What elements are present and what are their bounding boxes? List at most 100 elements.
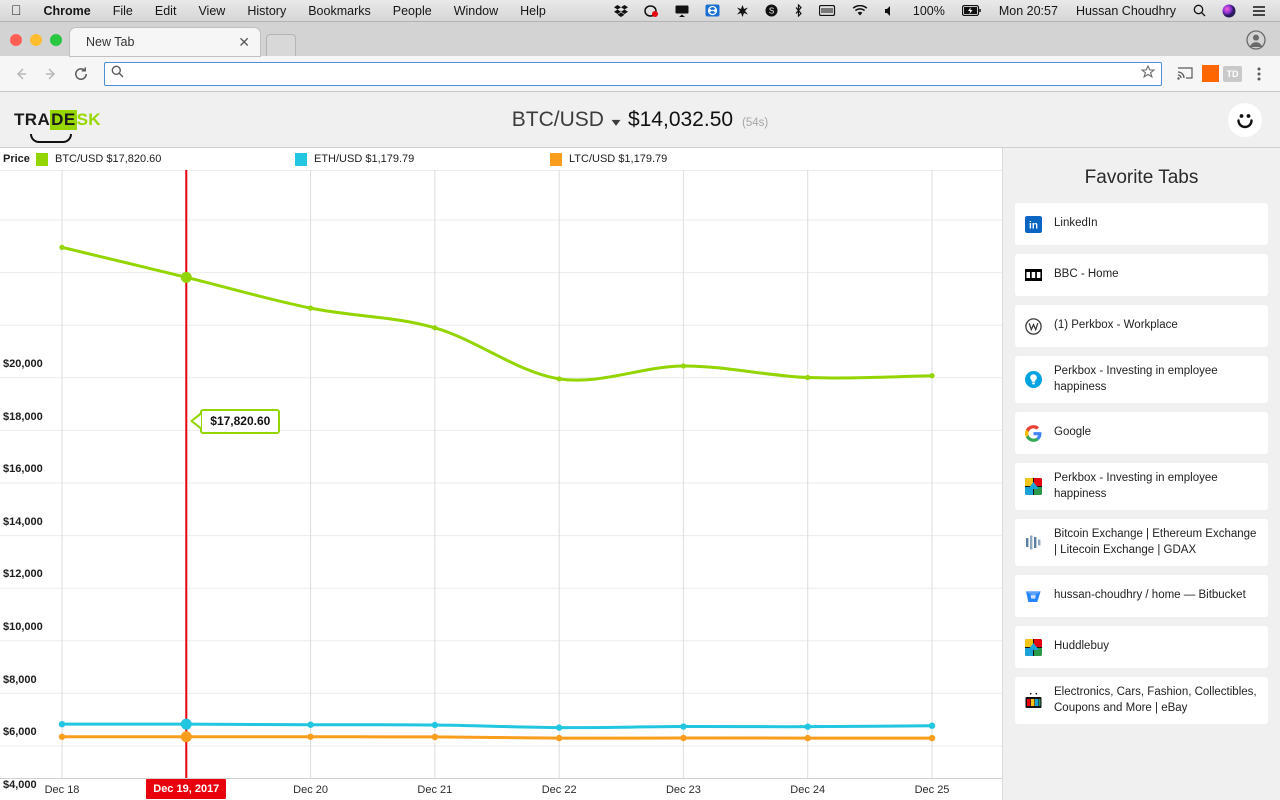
- favorite-tab-item[interactable]: Huddlebuy: [1015, 626, 1268, 669]
- favorite-tab-label: Electronics, Cars, Fashion, Collectibles…: [1054, 686, 1257, 714]
- favorite-tab-label: Huddlebuy: [1054, 640, 1109, 653]
- ticker-pair-label[interactable]: BTC/USD: [512, 108, 604, 132]
- legend-item-btc[interactable]: BTC/USD $17,820.60: [36, 152, 162, 166]
- skype-icon[interactable]: S: [757, 4, 786, 17]
- macos-menu-bar:  Chrome File Edit View History Bookmark…: [0, 0, 1280, 22]
- menu-history[interactable]: History: [236, 4, 297, 18]
- logo-part-2: DE: [50, 109, 77, 130]
- chart-plot-area[interactable]: [0, 170, 1002, 778]
- close-window-button[interactable]: [10, 34, 22, 46]
- menu-edit[interactable]: Edit: [144, 4, 188, 18]
- menu-people[interactable]: People: [382, 4, 443, 18]
- favorite-tab-label: Google: [1054, 426, 1092, 439]
- favorite-tab-item[interactable]: Electronics, Cars, Fashion, Collectibles…: [1015, 677, 1268, 725]
- new-tab-icon[interactable]: [266, 34, 296, 56]
- close-icon[interactable]: ✕: [232, 34, 250, 51]
- logo-part-3: SK: [76, 109, 101, 129]
- legend-swatch-btc: [36, 152, 48, 166]
- menu-bookmarks[interactable]: Bookmarks: [297, 4, 382, 18]
- favorite-tab-item[interactable]: BBC - Home: [1015, 254, 1268, 296]
- ticker-price-label: $14,032.50: [627, 107, 734, 131]
- legend-item-ltc[interactable]: LTC/USD $1,179.79: [550, 152, 668, 166]
- logo-part-1: TRA: [14, 109, 51, 129]
- legend-label-btc: BTC/USD $17,820.60: [55, 153, 162, 165]
- reload-icon[interactable]: [68, 61, 94, 87]
- dropbox-icon[interactable]: [606, 4, 636, 17]
- menu-file[interactable]: File: [102, 4, 144, 18]
- forward-arrow-icon[interactable]: [38, 61, 64, 87]
- menu-bar-status-items: S 100% Mon 20:57 Hussan Choudhry: [606, 4, 1274, 18]
- favorite-tab-item[interactable]: Google: [1015, 412, 1268, 455]
- favorite-tab-item[interactable]: Bitcoin Exchange | Ethereum Exchange | L…: [1015, 519, 1268, 567]
- spark-icon[interactable]: [728, 4, 757, 17]
- tab-title: New Tab: [86, 35, 135, 49]
- search-icon[interactable]: [1185, 4, 1214, 17]
- tradesk-logo[interactable]: TRA DE SK: [0, 109, 101, 143]
- x-axis-tick-label[interactable]: Dec 20: [293, 784, 328, 796]
- recording-icon[interactable]: [636, 4, 667, 17]
- ticker-age-label: (54s): [742, 116, 769, 129]
- legend-swatch-eth: [295, 152, 307, 166]
- legend-label-eth: ETH/USD $1,179.79: [314, 153, 415, 165]
- menu-help[interactable]: Help: [509, 4, 557, 18]
- y-axis-tick-label: $8,000: [3, 673, 37, 686]
- browser-tab-strip: New Tab ✕: [0, 22, 1280, 56]
- orange-extension-icon[interactable]: [1202, 65, 1219, 82]
- siri-icon[interactable]: [1214, 4, 1244, 18]
- svg-text:S: S: [769, 7, 774, 16]
- legend-label-ltc: LTC/USD $1,179.79: [569, 153, 668, 165]
- airplay-icon[interactable]: [667, 5, 697, 17]
- x-axis-tick-label[interactable]: Dec 22: [542, 784, 577, 796]
- google-icon: [1025, 424, 1042, 442]
- volume-icon[interactable]: [876, 5, 904, 17]
- favorite-tab-label: Perkbox - Investing in employee happines…: [1054, 365, 1218, 393]
- address-input[interactable]: [130, 66, 1135, 81]
- maximize-window-button[interactable]: [50, 34, 62, 46]
- star-icon[interactable]: [1140, 64, 1156, 82]
- search-icon: [111, 65, 124, 83]
- tradesk-extension-icon[interactable]: TD: [1223, 65, 1242, 82]
- notification-center-icon[interactable]: [1244, 5, 1274, 17]
- favorite-tab-item[interactable]: Perkbox - Investing in employee happines…: [1015, 463, 1268, 511]
- favorite-tab-item[interactable]: in LinkedIn: [1015, 203, 1268, 245]
- clock-label[interactable]: Mon 20:57: [990, 4, 1067, 18]
- address-bar[interactable]: [104, 61, 1162, 86]
- smiley-avatar-icon[interactable]: [1228, 102, 1262, 137]
- apple-logo-icon[interactable]: : [9, 3, 33, 19]
- x-axis-tick-label[interactable]: Dec 24: [790, 784, 825, 796]
- favorite-tab-label: LinkedIn: [1054, 217, 1098, 230]
- favorite-tab-label: BBC - Home: [1054, 268, 1119, 281]
- y-axis-tick-label: $12,000: [3, 568, 43, 581]
- cast-icon[interactable]: [1172, 61, 1198, 87]
- favorite-tab-item[interactable]: (1) Perkbox - Workplace: [1015, 305, 1268, 347]
- kebab-menu-icon[interactable]: [1246, 61, 1272, 87]
- profile-icon[interactable]: [1246, 30, 1266, 50]
- perkbox-tile-icon: [1025, 478, 1042, 496]
- bluetooth-icon[interactable]: [786, 4, 811, 17]
- x-axis-tick-label[interactable]: Dec 21: [417, 784, 452, 796]
- chevron-down-icon[interactable]: ▾: [611, 115, 620, 129]
- x-axis-tick-label[interactable]: Dec 25: [915, 784, 950, 796]
- user-name-label[interactable]: Hussan Choudhry: [1067, 4, 1185, 18]
- legend-item-eth[interactable]: ETH/USD $1,179.79: [295, 152, 415, 166]
- menu-view[interactable]: View: [187, 4, 236, 18]
- browser-tab[interactable]: New Tab ✕: [70, 28, 260, 56]
- menu-chrome[interactable]: Chrome: [33, 4, 102, 18]
- wifi-icon[interactable]: [844, 4, 876, 17]
- y-axis-tick-label: $14,000: [3, 515, 43, 528]
- flux-icon[interactable]: [697, 4, 728, 17]
- menu-window[interactable]: Window: [443, 4, 509, 18]
- x-axis-tick-label[interactable]: Dec 18: [45, 784, 80, 796]
- ticker: BTC/USD ▾ $14,032.50 (54s): [0, 108, 1280, 132]
- logo-smile-icon: [30, 134, 72, 143]
- favorite-tab-item[interactable]: Perkbox - Investing in employee happines…: [1015, 356, 1268, 404]
- window-controls: [0, 34, 70, 56]
- minimize-window-button[interactable]: [30, 34, 42, 46]
- y-axis-tick-label: $6,000: [3, 726, 37, 739]
- favorite-tab-item[interactable]: hussan-choudhry / home — Bitbucket: [1015, 575, 1268, 618]
- battery-charging-icon[interactable]: [954, 5, 990, 16]
- battery-bars-icon[interactable]: [811, 5, 844, 16]
- x-axis-tick-label[interactable]: Dec 23: [666, 784, 701, 796]
- x-axis-tick-label-selected[interactable]: Dec 19, 2017: [146, 779, 227, 799]
- back-arrow-icon[interactable]: [8, 61, 34, 87]
